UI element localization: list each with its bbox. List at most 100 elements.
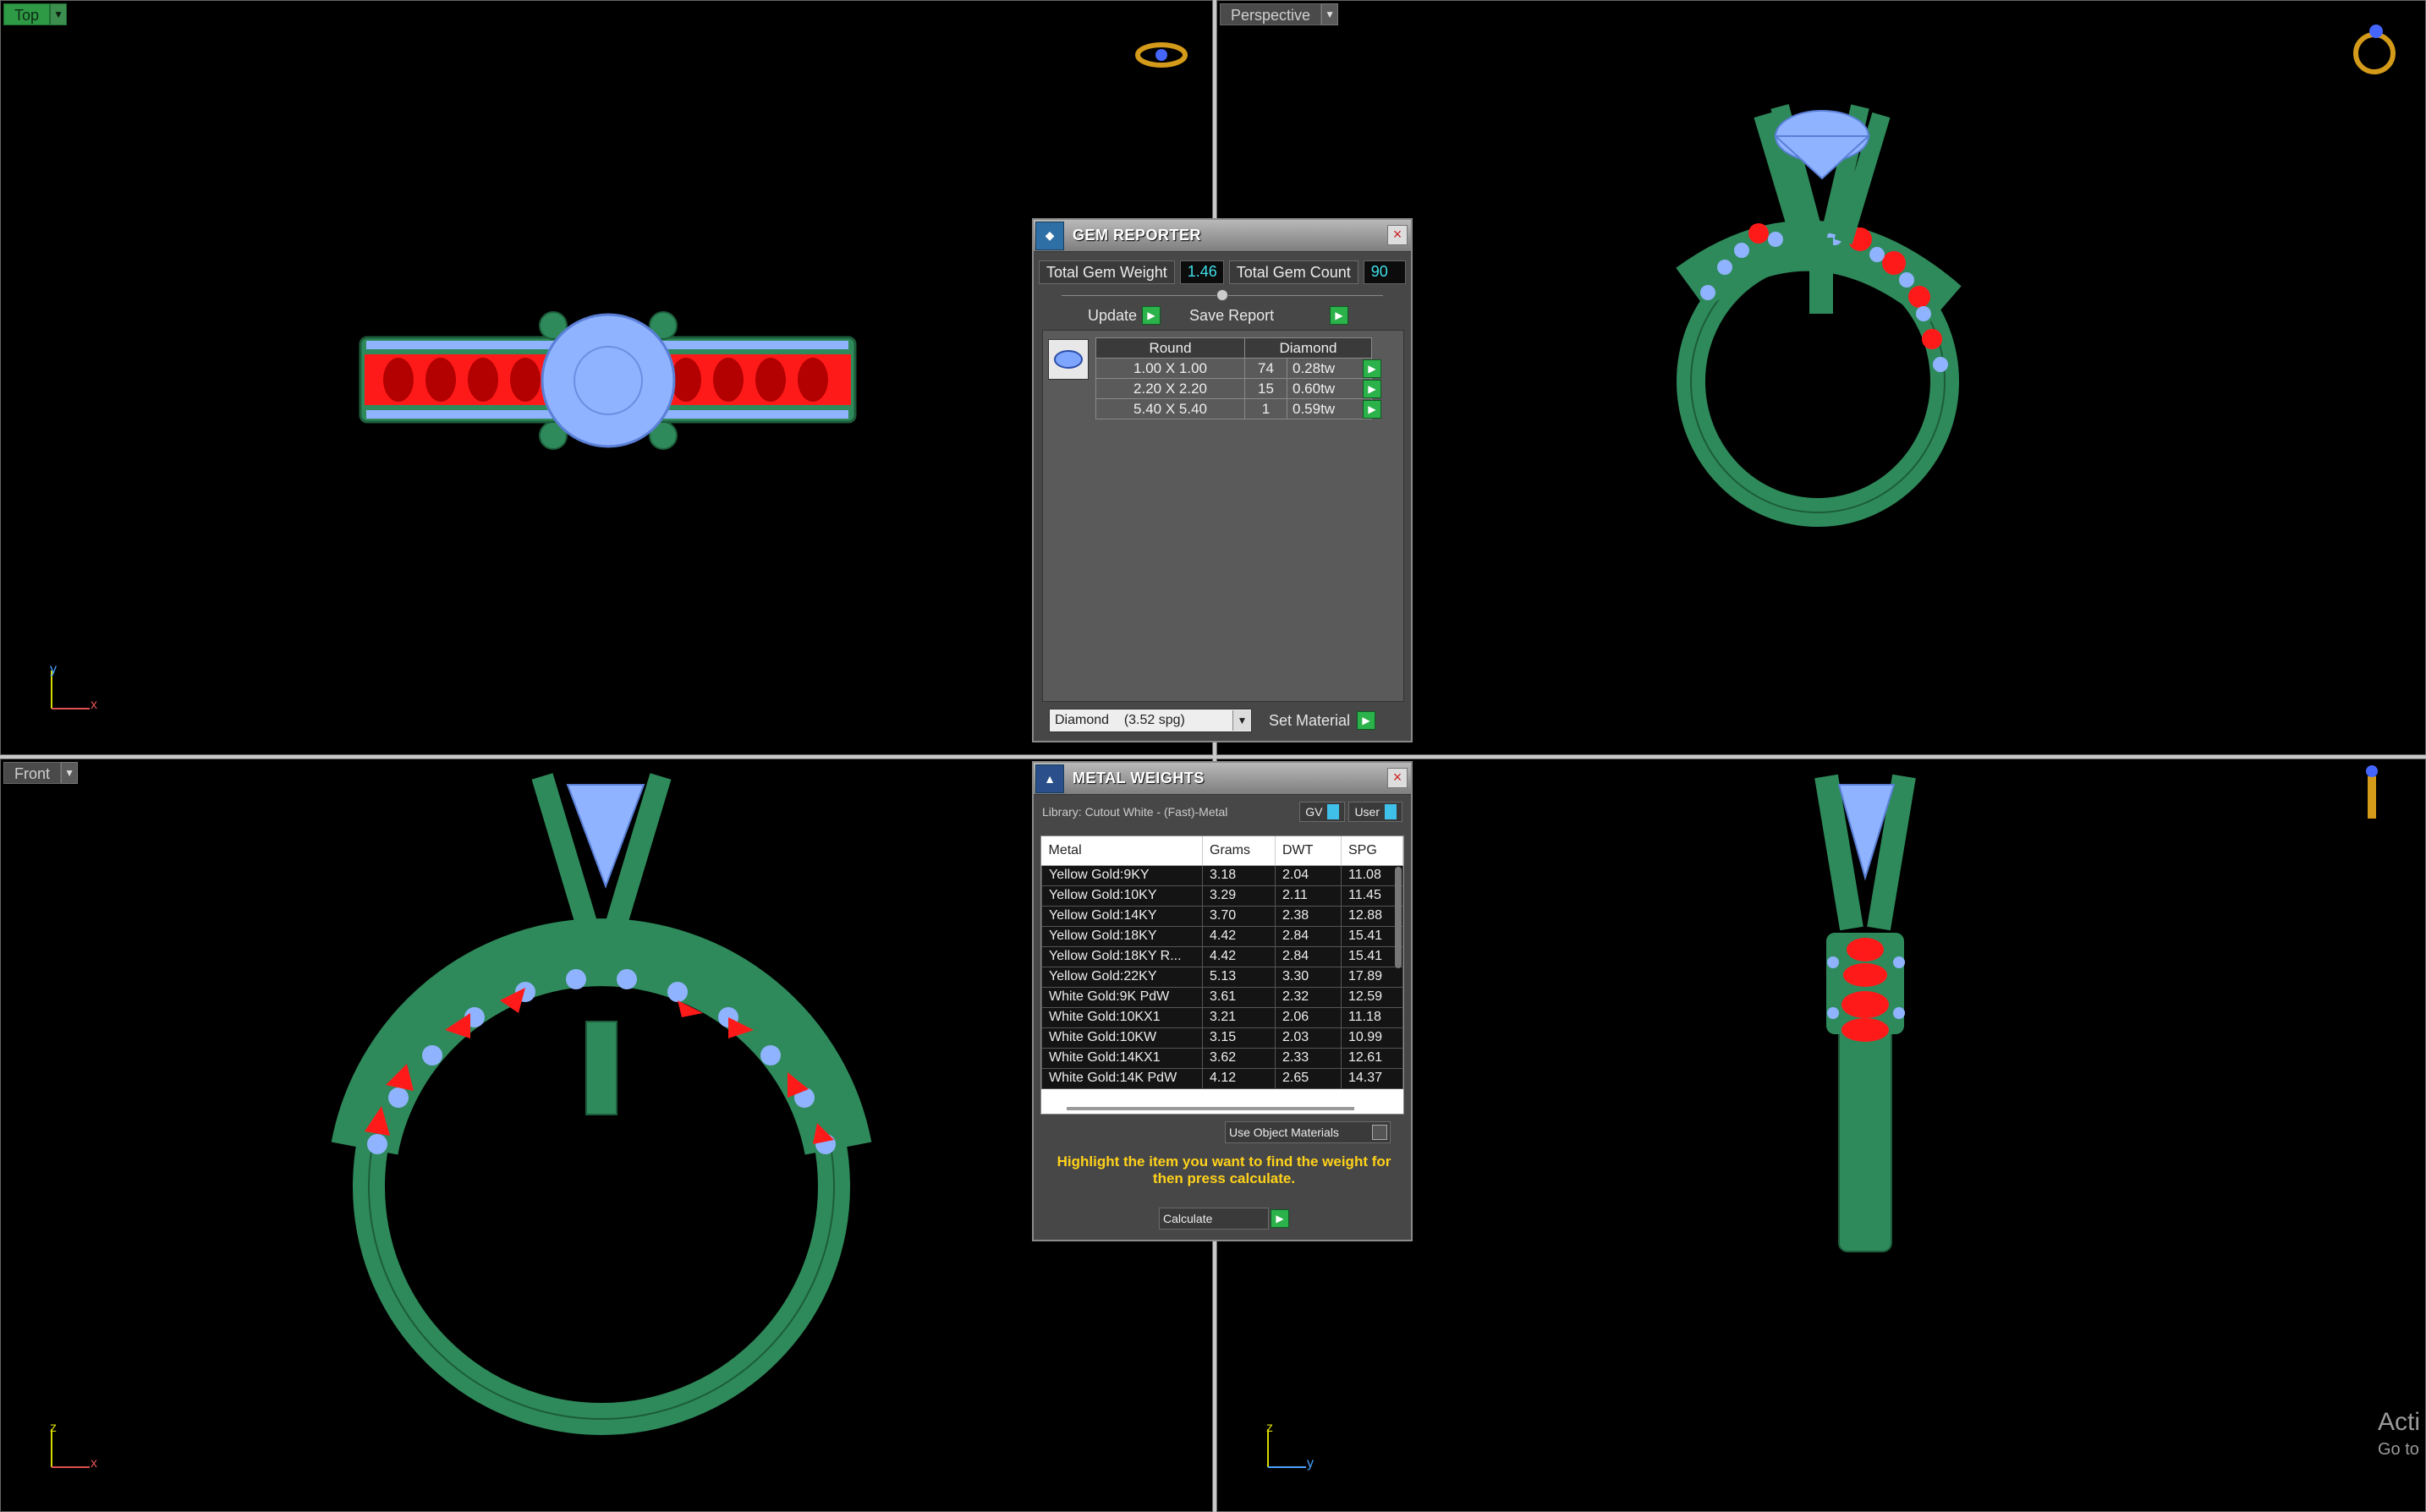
total-weight-label: Total Gem Weight <box>1039 260 1175 284</box>
metal-grams: 3.70 <box>1202 905 1276 927</box>
use-object-materials-button[interactable]: Use Object Materials <box>1225 1121 1391 1143</box>
use-object-label: Use Object Materials <box>1229 1126 1339 1139</box>
metal-spg: 15.41 <box>1341 925 1403 947</box>
close-icon[interactable]: × <box>1387 768 1408 788</box>
metal-grams: 4.42 <box>1202 945 1276 967</box>
toggle-indicator-icon <box>1385 804 1397 819</box>
viewport-divider-horizontal[interactable] <box>0 755 2426 759</box>
material-controls: Diamond (3.52 spg) ▼ Set Material ▶ <box>1049 709 1376 732</box>
metal-name: Yellow Gold:18KY <box>1041 925 1203 947</box>
checkbox-icon[interactable] <box>1372 1125 1387 1140</box>
gem-count: 15 <box>1244 378 1287 399</box>
select-row-icon[interactable]: ▶ <box>1363 359 1381 378</box>
calculate-button[interactable]: Calculate ▶ <box>1159 1208 1289 1230</box>
metal-name: Yellow Gold:14KY <box>1041 905 1203 927</box>
table-row[interactable]: Yellow Gold:18KY R... 4.42 2.84 15.41 <box>1041 945 1403 967</box>
viewport-front[interactable]: Front ▼ z x <box>0 759 1213 1512</box>
table-row[interactable]: 2.20 X 2.20 15 0.60tw <box>1095 378 1372 399</box>
user-toggle[interactable]: User <box>1348 802 1402 822</box>
metal-dwt: 2.84 <box>1275 945 1342 967</box>
metal-spg: 11.18 <box>1341 1006 1403 1028</box>
axis-gizmo: y x <box>43 662 111 713</box>
table-row[interactable]: White Gold:10KX1 3.21 2.06 11.18 <box>1041 1006 1403 1028</box>
table-row[interactable]: White Gold:14KX1 3.62 2.33 12.61 <box>1041 1047 1403 1069</box>
table-row[interactable]: Yellow Gold:22KY 5.13 3.30 17.89 <box>1041 966 1403 988</box>
col-metal[interactable]: Metal <box>1041 836 1203 866</box>
library-row: Library: Cutout White - (Fast)-Metal GV … <box>1042 802 1402 822</box>
metal-dwt: 2.06 <box>1275 1006 1342 1028</box>
axis-gizmo: z y <box>1260 1421 1327 1471</box>
total-count-value: 90 <box>1363 260 1406 284</box>
chevron-down-icon[interactable]: ▼ <box>1232 710 1251 731</box>
metal-table: Metal Grams DWT SPG Yellow Gold:9KY 3.18 2… <box>1041 836 1403 1089</box>
play-icon[interactable]: ▶ <box>1271 1209 1289 1228</box>
table-row[interactable]: 5.40 X 5.40 1 0.59tw <box>1095 398 1372 419</box>
play-icon[interactable]: ▶ <box>1330 306 1349 325</box>
metal-grams: 3.18 <box>1202 864 1276 886</box>
scrollbar-horizontal[interactable] <box>1067 1107 1354 1110</box>
gem-reporter-icon: ◆ <box>1035 221 1064 250</box>
toggle-indicator-icon <box>1327 804 1340 819</box>
scrollbar-vertical[interactable] <box>1395 867 1402 968</box>
metal-weights-titlebar[interactable]: ▲ METAL WEIGHTS × <box>1034 763 1411 795</box>
activation-watermark: Acti Go to <box>2378 1406 2420 1460</box>
gem-reporter-titlebar[interactable]: ◆ GEM REPORTER × <box>1034 220 1411 252</box>
metal-list[interactable]: Metal Grams DWT SPG Yellow Gold:9KY 3.18 2… <box>1040 835 1404 1115</box>
metal-dwt: 2.65 <box>1275 1067 1342 1089</box>
metal-spg: 14.37 <box>1341 1067 1403 1089</box>
metal-spg: 11.08 <box>1341 864 1403 886</box>
table-row[interactable]: Yellow Gold:9KY 3.18 2.04 11.08 <box>1041 864 1403 886</box>
save-report-button[interactable]: Save Report ▶ <box>1189 306 1349 325</box>
col-spg[interactable]: SPG <box>1341 836 1403 866</box>
metal-name: White Gold:14K PdW <box>1041 1067 1203 1089</box>
metal-dwt: 2.33 <box>1275 1047 1342 1069</box>
material-select[interactable]: Diamond (3.52 spg) ▼ <box>1049 709 1252 732</box>
axis-x-label: x <box>91 698 97 712</box>
viewport-top[interactable]: Top ▼ y x <box>0 0 1213 755</box>
metal-spg: 12.59 <box>1341 986 1403 1008</box>
table-row[interactable]: White Gold:14K PdW 4.12 2.65 14.37 <box>1041 1067 1403 1089</box>
panel-title: METAL WEIGHTS <box>1073 770 1205 786</box>
update-label: Update <box>1088 306 1138 324</box>
play-icon[interactable]: ▶ <box>1357 711 1376 730</box>
metal-grams: 5.13 <box>1202 966 1276 988</box>
table-row[interactable]: White Gold:10KW 3.15 2.03 10.99 <box>1041 1027 1403 1049</box>
round-diamond-icon[interactable] <box>1048 339 1089 380</box>
metal-spg: 15.41 <box>1341 945 1403 967</box>
metal-grams: 3.61 <box>1202 986 1276 1008</box>
gem-size: 2.20 X 2.20 <box>1095 378 1245 399</box>
gem-size: 1.00 X 1.00 <box>1095 358 1245 379</box>
metal-name: Yellow Gold:22KY <box>1041 966 1203 988</box>
axis-x-label: x <box>91 1456 97 1471</box>
table-row[interactable]: Yellow Gold:10KY 3.29 2.11 11.45 <box>1041 885 1403 907</box>
metal-grams: 3.29 <box>1202 885 1276 907</box>
col-grams[interactable]: Grams <box>1202 836 1276 866</box>
metal-dwt: 2.32 <box>1275 986 1342 1008</box>
metal-dwt: 2.38 <box>1275 905 1342 927</box>
play-icon[interactable]: ▶ <box>1142 306 1161 325</box>
set-material-button[interactable]: Set Material ▶ <box>1269 711 1376 730</box>
material-select-value: Diamond (3.52 spg) <box>1055 713 1185 727</box>
grip-icon[interactable] <box>1216 289 1228 301</box>
metal-spg: 17.89 <box>1341 966 1403 988</box>
table-row[interactable]: Yellow Gold:14KY 3.70 2.38 12.88 <box>1041 905 1403 927</box>
col-dwt[interactable]: DWT <box>1275 836 1342 866</box>
select-row-icon[interactable]: ▶ <box>1363 380 1381 398</box>
gv-toggle[interactable]: GV <box>1299 802 1346 822</box>
table-row[interactable]: Yellow Gold:18KY 4.42 2.84 15.41 <box>1041 925 1403 947</box>
close-icon[interactable]: × <box>1387 225 1408 245</box>
table-row[interactable]: White Gold:9K PdW 3.61 2.32 12.59 <box>1041 986 1403 1008</box>
axis-gizmo: z x <box>43 1421 111 1471</box>
hint-text: Highlight the item you want to find the … <box>1057 1153 1391 1186</box>
splitter-handle[interactable] <box>1051 289 1394 301</box>
metal-weights-panel: ▲ METAL WEIGHTS × Library: Cutout White … <box>1032 761 1413 1241</box>
total-count-label: Total Gem Count <box>1228 260 1358 284</box>
metal-name: White Gold:10KX1 <box>1041 1006 1203 1028</box>
metal-spg: 11.45 <box>1341 885 1403 907</box>
table-row[interactable]: 1.00 X 1.00 74 0.28tw <box>1095 358 1372 379</box>
watermark-line-1: Acti <box>2378 1408 2421 1436</box>
gem-actions: Update ▶ Save Report ▶ <box>1088 306 1411 325</box>
gem-table: Round Diamond 1.00 X 1.00 74 0.28tw 2.20… <box>1095 337 1372 419</box>
update-button[interactable]: Update ▶ <box>1088 306 1161 325</box>
select-row-icon[interactable]: ▶ <box>1363 400 1381 419</box>
